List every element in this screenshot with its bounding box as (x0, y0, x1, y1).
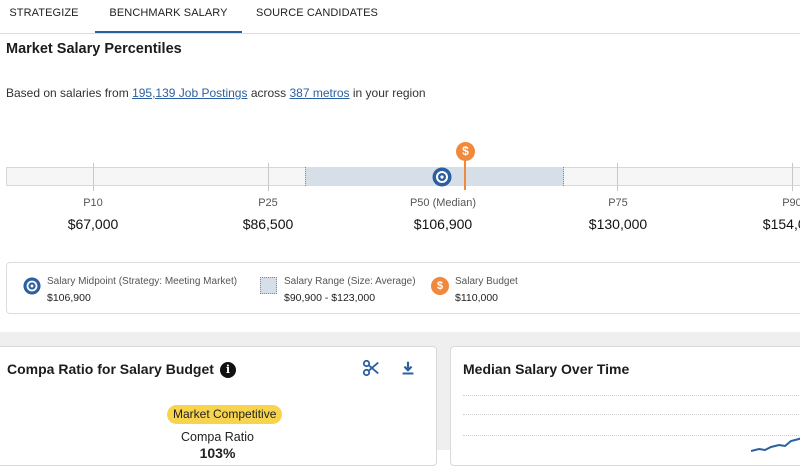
p25-tick (268, 163, 269, 191)
p10-tick (93, 163, 94, 191)
range-swatch (260, 277, 277, 294)
p90-tick (792, 163, 793, 191)
chart-gridline (463, 414, 800, 415)
chart-gridline (463, 395, 800, 396)
tab-strategize[interactable]: STRATEGIZE (0, 0, 88, 33)
budget-line (464, 160, 466, 190)
legend-range-title: Salary Range (Size: Average) (284, 276, 416, 287)
compa-ratio-card: Compa Ratio for Salary Budget i Market Co… (0, 346, 437, 466)
job-postings-link[interactable]: 195,139 Job Postings (132, 86, 247, 100)
section-title: Market Salary Percentiles (6, 41, 182, 57)
scissors-icon[interactable] (362, 359, 380, 377)
p75-label: P75 (608, 197, 628, 209)
median-salary-trend-line (751, 437, 800, 452)
target-icon (23, 277, 41, 295)
legend-budget-value: $110,000 (455, 292, 499, 304)
p75-tick (617, 163, 618, 191)
median-salary-card: Median Salary Over Time (450, 346, 800, 466)
legend-midpoint-value: $106,900 (47, 292, 91, 304)
median-card-title: Median Salary Over Time (463, 361, 630, 377)
p75-value: $130,000 (588, 216, 648, 232)
tab-bar: STRATEGIZE BENCHMARK SALARY SOURCE CANDI… (0, 0, 800, 34)
tab-source-candidates[interactable]: SOURCE CANDIDATES (247, 0, 387, 33)
p50-label: P50 (Median) (409, 197, 477, 209)
legend-budget-title: Salary Budget (455, 276, 518, 287)
market-competitive-badge: Market Competitive (167, 405, 283, 424)
legend-range-value: $90,900 - $123,000 (284, 292, 376, 304)
p10-value: $67,000 (67, 216, 119, 232)
download-icon[interactable] (399, 359, 417, 377)
target-icon (432, 167, 452, 187)
compa-card-title-text: Compa Ratio for Salary Budget (7, 361, 214, 377)
legend: Salary Midpoint (Strategy: Meeting Marke… (6, 262, 800, 314)
dollar-icon: $ (456, 142, 475, 161)
p10-label: P10 (83, 197, 103, 209)
dollar-icon: $ (431, 277, 449, 295)
salary-source-text: Based on salaries from 195,139 Job Posti… (6, 86, 426, 100)
info-icon[interactable]: i (219, 362, 236, 379)
p90-label: P90 (782, 197, 800, 209)
subtitle-prefix: Based on salaries from (6, 86, 133, 100)
chart-gridline (463, 435, 800, 436)
subtitle-mid: across (247, 86, 290, 100)
tab-benchmark-salary[interactable]: BENCHMARK SALARY (95, 0, 242, 33)
subtitle-suffix: in your region (349, 86, 426, 100)
compa-ratio-label: Compa Ratio (181, 430, 254, 444)
legend-midpoint-title: Salary Midpoint (Strategy: Meeting Marke… (47, 276, 238, 287)
compa-ratio-value: 103% (199, 445, 236, 461)
compa-card-title: Compa Ratio for Salary Budget i (7, 361, 236, 379)
p25-value: $86,500 (242, 216, 294, 232)
p90-value: $154,000 (762, 216, 800, 232)
p25-label: P25 (258, 197, 278, 209)
metros-link[interactable]: 387 metros (290, 86, 350, 100)
p50-value: $106,900 (413, 216, 473, 232)
